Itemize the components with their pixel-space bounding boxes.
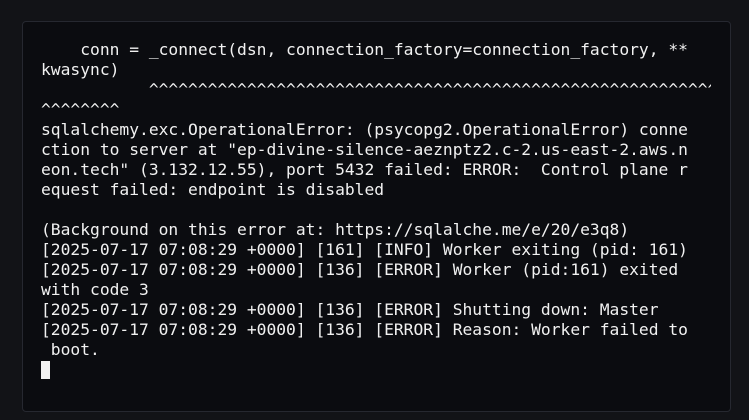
terminal-line: conn = _connect(dsn, connection_factory=… xyxy=(41,40,688,59)
terminal-line: boot. xyxy=(41,340,100,359)
terminal-output: conn = _connect(dsn, connection_factory=… xyxy=(41,40,711,380)
terminal-line: kwasync) xyxy=(41,60,120,79)
terminal-line: ction to server at "ep-divine-silence-ae… xyxy=(41,140,688,159)
terminal-line: ^^^^^^^^^^^^^^^^^^^^^^^^^^^^^^^^^^^^^^^^… xyxy=(41,80,711,99)
terminal-line: [2025-07-17 07:08:29 +0000] [136] [ERROR… xyxy=(41,320,688,339)
terminal-line: with code 3 xyxy=(41,280,149,299)
text-cursor xyxy=(41,361,50,379)
terminal-line: equest failed: endpoint is disabled xyxy=(41,180,385,199)
terminal-line: [2025-07-17 07:08:29 +0000] [136] [ERROR… xyxy=(41,260,679,279)
terminal-line: [2025-07-17 07:08:29 +0000] [161] [INFO]… xyxy=(41,240,688,259)
terminal-window[interactable]: conn = _connect(dsn, connection_factory=… xyxy=(22,21,731,412)
terminal-line: [2025-07-17 07:08:29 +0000] [136] [ERROR… xyxy=(41,300,659,319)
terminal-line: ^^^^^^^^ xyxy=(41,100,120,119)
terminal-prompt-line[interactable] xyxy=(41,360,711,380)
terminal-line: (Background on this error at: https://sq… xyxy=(41,220,630,239)
terminal-line: eon.tech" (3.132.12.55), port 5432 faile… xyxy=(41,160,688,179)
terminal-line: sqlalchemy.exc.OperationalError: (psycop… xyxy=(41,120,688,139)
